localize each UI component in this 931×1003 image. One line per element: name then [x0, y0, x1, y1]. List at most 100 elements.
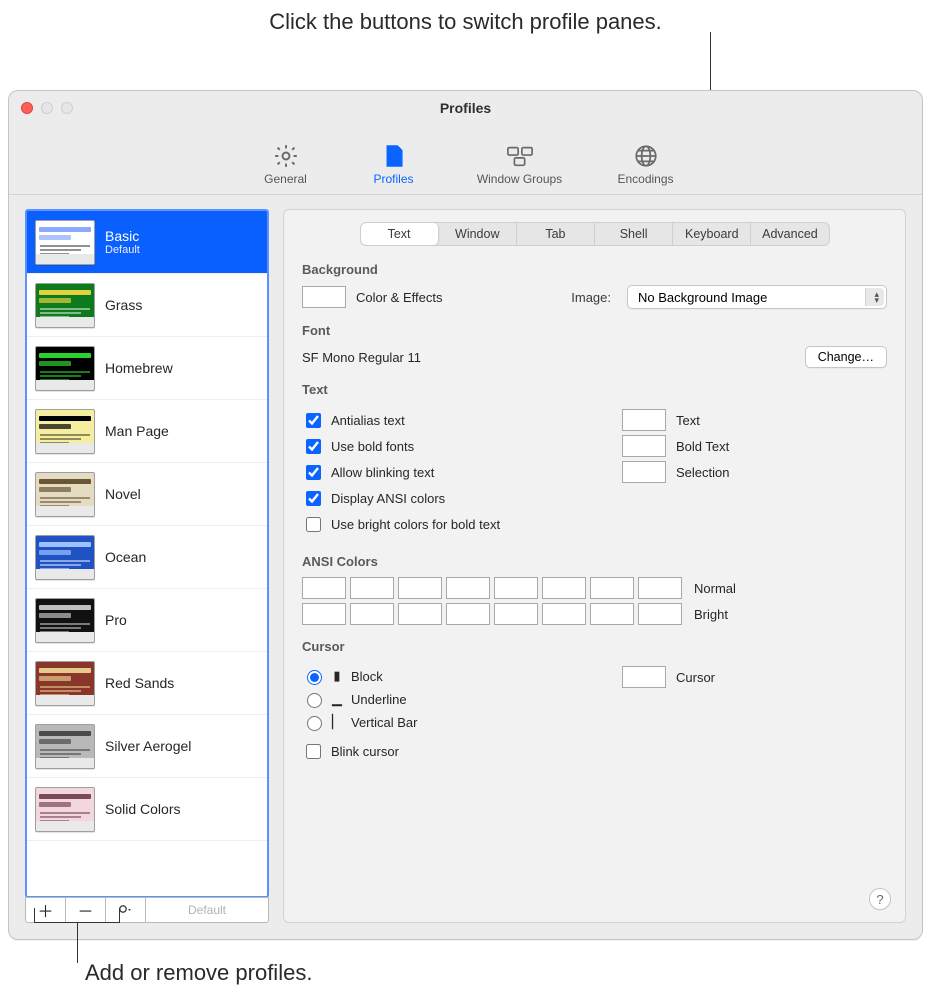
- profile-row[interactable]: Grass: [27, 274, 267, 337]
- checkbox[interactable]: [306, 517, 321, 532]
- profiles-list[interactable]: BasicDefaultGrassHomebrewMan PageNovelOc…: [25, 209, 269, 898]
- preferences-toolbar: General Profiles Window Groups Encodings: [9, 125, 922, 195]
- profile-thumbnail: [35, 283, 95, 328]
- profile-thumbnail: [35, 535, 95, 580]
- text-option[interactable]: Use bold fonts: [302, 436, 602, 457]
- checkbox-label: Allow blinking text: [331, 465, 434, 480]
- profile-tab-keyboard[interactable]: Keyboard: [673, 223, 751, 245]
- checkbox[interactable]: [306, 491, 321, 506]
- ansi-color-well[interactable]: [590, 603, 634, 625]
- checkbox-label: Use bright colors for bold text: [331, 517, 500, 532]
- radio[interactable]: [307, 670, 322, 685]
- toolbar-tab-general[interactable]: General: [241, 138, 331, 188]
- cursor-glyph-icon: ▮: [332, 668, 342, 684]
- background-image-value[interactable]: [627, 285, 887, 309]
- text-option[interactable]: Display ANSI colors: [302, 488, 602, 509]
- profile-tabs: TextWindowTabShellKeyboardAdvanced: [360, 222, 830, 246]
- color-well-label: Bold Text: [676, 439, 729, 454]
- ansi-color-well[interactable]: [542, 577, 586, 599]
- text-option[interactable]: Antialias text: [302, 410, 602, 431]
- text-color-well[interactable]: [622, 435, 666, 457]
- profile-row[interactable]: Novel: [27, 463, 267, 526]
- profile-row[interactable]: Silver Aerogel: [27, 715, 267, 778]
- ansi-color-well[interactable]: [302, 603, 346, 625]
- profile-tab-window[interactable]: Window: [439, 223, 517, 245]
- checkbox-label: Display ANSI colors: [331, 491, 445, 506]
- ansi-color-well[interactable]: [350, 603, 394, 625]
- profile-tab-text[interactable]: Text: [361, 223, 439, 245]
- profile-row[interactable]: Man Page: [27, 400, 267, 463]
- checkbox[interactable]: [306, 439, 321, 454]
- radio-label: Block: [351, 669, 383, 684]
- ansi-color-well[interactable]: [302, 577, 346, 599]
- text-color-well[interactable]: [622, 461, 666, 483]
- profile-tab-tab[interactable]: Tab: [517, 223, 595, 245]
- ansi-color-well[interactable]: [542, 603, 586, 625]
- profile-subtitle: Default: [105, 244, 140, 256]
- profile-thumbnail: [35, 346, 95, 391]
- text-option[interactable]: Allow blinking text: [302, 462, 602, 483]
- toolbar-tab-profiles[interactable]: Profiles: [349, 138, 439, 188]
- blink-cursor-option[interactable]: Blink cursor: [302, 741, 602, 762]
- ansi-color-well[interactable]: [446, 603, 490, 625]
- radio[interactable]: [307, 716, 322, 731]
- profile-thumbnail: [35, 220, 95, 265]
- toolbar-tab-label: Encodings: [617, 172, 673, 186]
- checkbox-label: Use bold fonts: [331, 439, 414, 454]
- change-font-label: Change…: [818, 350, 874, 364]
- profile-name: Solid Colors: [105, 801, 180, 817]
- profile-name: Pro: [105, 612, 127, 628]
- image-label: Image:: [571, 290, 611, 305]
- section-title-cursor: Cursor: [302, 639, 887, 654]
- section-title-background: Background: [302, 262, 887, 277]
- help-button[interactable]: ?: [869, 888, 891, 910]
- text-color-well[interactable]: [622, 409, 666, 431]
- cursor-color-well[interactable]: [622, 666, 666, 688]
- ansi-color-well[interactable]: [638, 603, 682, 625]
- background-color-well[interactable]: [302, 286, 346, 308]
- ansi-color-well[interactable]: [494, 603, 538, 625]
- checkbox[interactable]: [306, 465, 321, 480]
- cursor-shape-option[interactable]: ▁Underline: [302, 690, 602, 708]
- profile-thumbnail: [35, 787, 95, 832]
- profile-thumbnail: [35, 409, 95, 454]
- callout-top: Click the buttons to switch profile pane…: [0, 8, 931, 35]
- profile-tab-advanced[interactable]: Advanced: [751, 223, 828, 245]
- cursor-glyph-icon: ▁: [332, 691, 342, 707]
- profile-row[interactable]: Ocean: [27, 526, 267, 589]
- profile-thumbnail: [35, 661, 95, 706]
- text-color-wells: TextBold TextSelection: [622, 405, 887, 487]
- ansi-color-well[interactable]: [446, 577, 490, 599]
- profile-row[interactable]: Homebrew: [27, 337, 267, 400]
- profile-row[interactable]: Red Sands: [27, 652, 267, 715]
- profile-tab-shell[interactable]: Shell: [595, 223, 673, 245]
- ansi-color-well[interactable]: [350, 577, 394, 599]
- checkbox-label: Antialias text: [331, 413, 405, 428]
- ansi-color-well[interactable]: [638, 577, 682, 599]
- callout-bottom: Add or remove profiles.: [85, 960, 312, 986]
- checkbox[interactable]: [306, 413, 321, 428]
- ansi-color-well[interactable]: [590, 577, 634, 599]
- cursor-shape-option[interactable]: ▮ Block: [302, 667, 602, 685]
- checkbox[interactable]: [306, 744, 321, 759]
- ansi-color-well[interactable]: [398, 577, 442, 599]
- ansi-color-well[interactable]: [494, 577, 538, 599]
- ansi-normal-row: Normal: [302, 577, 887, 599]
- help-icon: ?: [876, 892, 883, 907]
- radio[interactable]: [307, 693, 322, 708]
- background-image-popup[interactable]: ▴▾: [627, 285, 887, 309]
- cursor-shape-option[interactable]: ▏Vertical Bar: [302, 713, 602, 731]
- set-default-button[interactable]: Default: [146, 898, 268, 922]
- profile-row[interactable]: Pro: [27, 589, 267, 652]
- text-option[interactable]: Use bright colors for bold text: [302, 514, 602, 535]
- ansi-color-well[interactable]: [398, 603, 442, 625]
- change-font-button[interactable]: Change…: [805, 346, 887, 368]
- toolbar-tab-window-groups[interactable]: Window Groups: [457, 138, 583, 188]
- font-value: SF Mono Regular 11: [302, 350, 795, 365]
- profile-row[interactable]: BasicDefault: [27, 211, 267, 274]
- cursor-glyph-icon: ▏: [332, 714, 342, 730]
- profile-row[interactable]: Solid Colors: [27, 778, 267, 841]
- profiles-sidebar: BasicDefaultGrassHomebrewMan PageNovelOc…: [25, 209, 269, 923]
- ansi-row-label: Bright: [694, 607, 728, 622]
- toolbar-tab-encodings[interactable]: Encodings: [601, 138, 691, 188]
